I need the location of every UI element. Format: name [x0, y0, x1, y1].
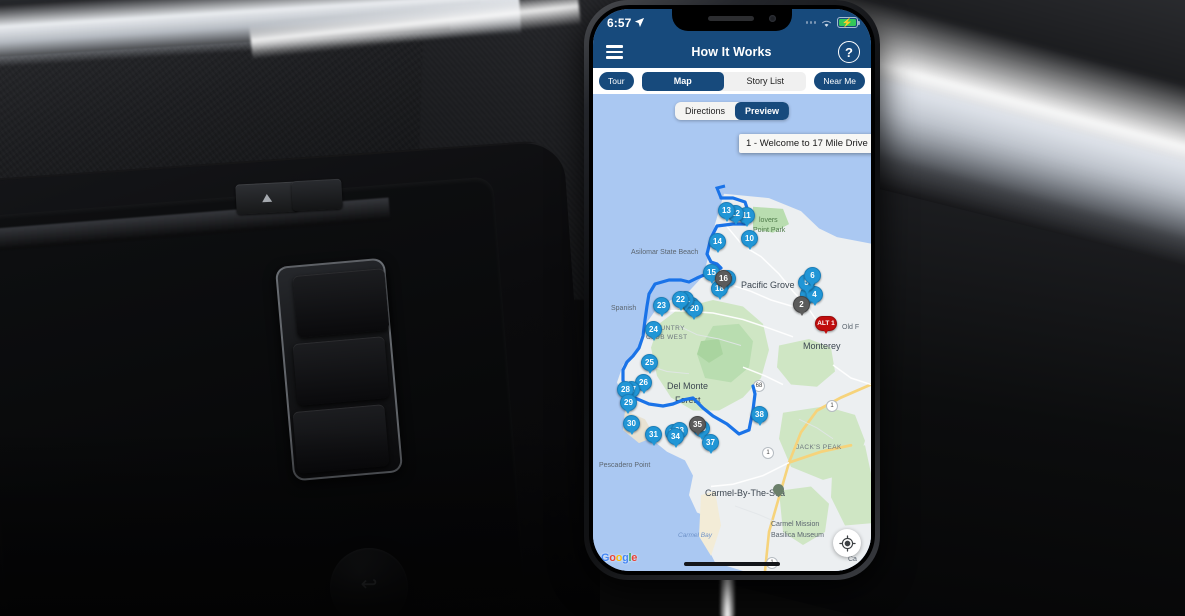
map-marker-10[interactable]: 10: [741, 229, 758, 247]
tab-story-list[interactable]: Story List: [724, 72, 806, 91]
map-marker-16[interactable]: 16: [715, 269, 732, 287]
status-bar-left: 6:57: [607, 16, 645, 30]
segmented-control: Map Story List: [641, 71, 807, 91]
home-indicator: [684, 562, 780, 566]
charging-bolt-icon: ⚡: [841, 17, 854, 27]
map-landmass: [617, 193, 871, 571]
help-question-mark-icon[interactable]: ?: [838, 41, 860, 63]
directions-button[interactable]: Directions: [675, 102, 735, 120]
google-logo: Google: [601, 552, 638, 564]
status-bar-right: ⚡: [805, 17, 860, 28]
tab-bar: Tour Map Story List Near Me: [593, 68, 871, 94]
app-header: How It Works ?: [593, 36, 871, 68]
hazard-light-button: [235, 181, 299, 215]
map-sub-toolbar: Directions Preview: [674, 102, 790, 120]
front-camera: [769, 15, 776, 22]
map-marker-24[interactable]: 24: [645, 320, 662, 338]
clock-time: 6:57: [607, 15, 632, 30]
signal-dots-icon: [805, 21, 816, 24]
marker-info-window[interactable]: 1 - Welcome to 17 Mile Drive: [739, 134, 871, 153]
map-marker-14[interactable]: 14: [709, 232, 726, 250]
church-poi-icon[interactable]: [770, 481, 787, 498]
charging-cable: [720, 574, 735, 616]
dashboard-button: [291, 178, 343, 212]
map-view[interactable]: Asilomar State Beach Spanish Pacific Grove…: [593, 94, 871, 571]
map-marker-34[interactable]: 34: [667, 427, 684, 445]
map-marker-31[interactable]: 31: [645, 425, 662, 443]
screenshot-scene: 6:57: [0, 0, 1185, 616]
tab-tour[interactable]: Tour: [599, 72, 634, 90]
earpiece-speaker: [708, 16, 754, 21]
page-title: How It Works: [691, 45, 772, 59]
smartphone-device: 6:57 ⚡ How It Works ? Tour Map Story Lis…: [584, 0, 880, 580]
phone-holder-segment: [292, 336, 390, 406]
map-canvas: Asilomar State Beach Spanish Pacific Grove…: [593, 94, 871, 571]
location-arrow-icon: [635, 17, 645, 28]
phone-bezel: 6:57 ⚡ How It Works ? Tour Map Story Lis…: [589, 5, 875, 575]
tab-map[interactable]: Map: [641, 71, 724, 91]
preview-button[interactable]: Preview: [734, 102, 790, 120]
map-marker-alt-1[interactable]: ALT 1: [815, 316, 837, 332]
my-location-icon: [838, 534, 856, 552]
map-marker-35[interactable]: 35: [689, 415, 706, 433]
hamburger-menu-icon[interactable]: [604, 43, 625, 60]
my-location-button[interactable]: [833, 529, 861, 557]
map-marker-30[interactable]: 30: [623, 414, 640, 432]
phone-notch: [672, 9, 792, 31]
dashboard-shadow-bottom: [0, 430, 600, 616]
wifi-icon: [822, 20, 831, 27]
map-marker-23[interactable]: 23: [653, 296, 670, 314]
battery-icon: ⚡: [837, 17, 860, 28]
phone-holder-segment: [292, 268, 390, 338]
tab-near-me[interactable]: Near Me: [814, 72, 865, 90]
highway-shield: 1: [826, 399, 838, 412]
map-marker-2[interactable]: 2: [793, 295, 810, 313]
phone-screen: 6:57 ⚡ How It Works ? Tour Map Story Lis…: [593, 9, 871, 571]
